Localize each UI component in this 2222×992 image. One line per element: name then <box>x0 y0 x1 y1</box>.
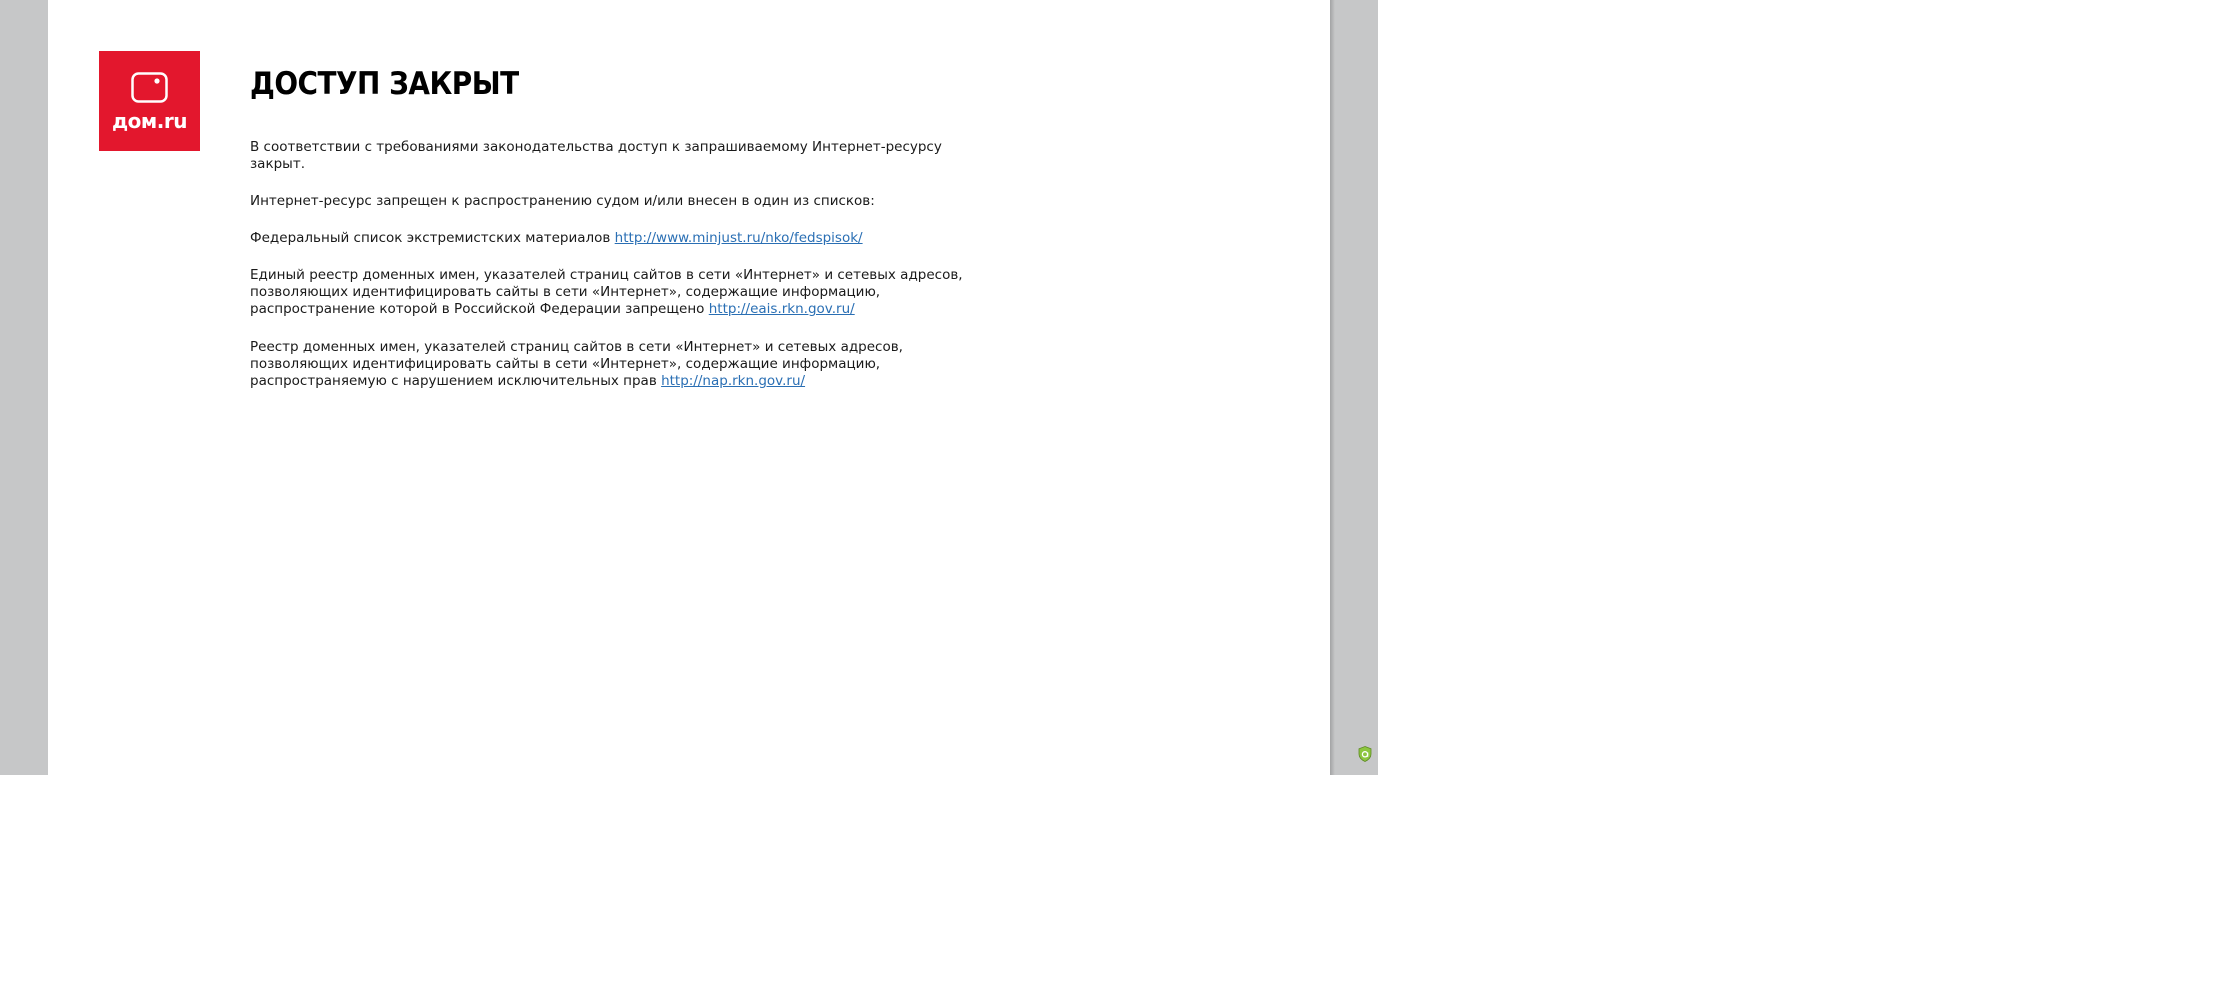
dom-ru-logo: дом.ru <box>99 51 200 151</box>
list-item-text: Единый реестр доменных имен, указателей … <box>250 267 963 317</box>
list-item-eais: Единый реестр доменных имен, указателей … <box>250 267 990 318</box>
list-item-extremist: Федеральный список экстремистских матери… <box>250 230 990 247</box>
tv-icon <box>131 72 168 103</box>
nap-link[interactable]: http://nap.rkn.gov.ru/ <box>661 373 805 389</box>
list-item-nap: Реестр доменных имен, указателей страниц… <box>250 339 990 390</box>
list-item-text: Федеральный список экстремистских матери… <box>250 230 615 246</box>
shield-icon[interactable] <box>1358 746 1372 762</box>
minjust-link[interactable]: http://www.minjust.ru/nko/fedspisok/ <box>615 230 863 246</box>
page-title: ДОСТУП ЗАКРЫТ <box>250 66 519 102</box>
eais-link[interactable]: http://eais.rkn.gov.ru/ <box>709 301 855 317</box>
blocked-page: дом.ru ДОСТУП ЗАКРЫТ В соответствии с тр… <box>48 0 1330 775</box>
browser-viewport: дом.ru ДОСТУП ЗАКРЫТ В соответствии с тр… <box>0 0 1378 775</box>
page-shadow <box>1330 0 1335 775</box>
reason-paragraph: Интернет-ресурс запрещен к распространен… <box>250 193 875 209</box>
intro-paragraph: В соответствии с требованиями законодате… <box>250 139 942 172</box>
logo-text: дом.ru <box>112 109 187 133</box>
